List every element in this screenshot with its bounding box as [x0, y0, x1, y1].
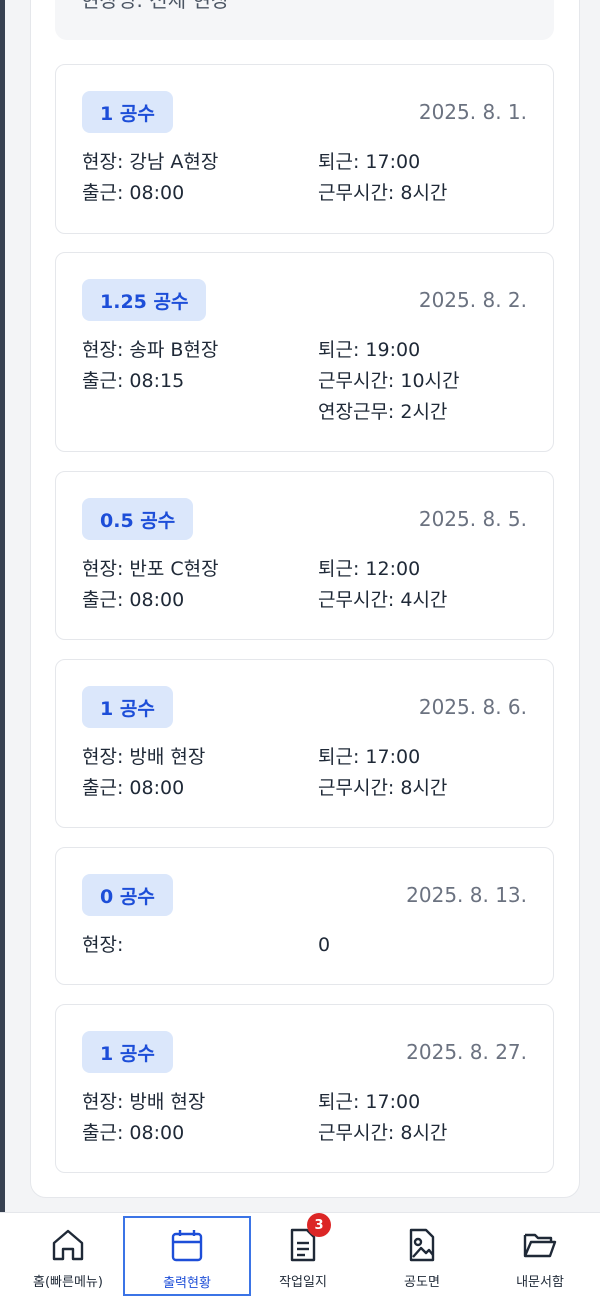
site-name: 현장: 강남 A현장: [82, 151, 219, 173]
work-unit-badge: 0 공수: [82, 874, 173, 916]
clock-in: 출근: 08:00: [82, 182, 185, 204]
nav-attendance[interactable]: 출력현황: [123, 1216, 251, 1296]
work-unit-badge: 1 공수: [82, 1031, 173, 1073]
work-unit-badge: 0.5 공수: [82, 498, 194, 540]
attendance-card[interactable]: 1.25 공수 2025. 8. 2. 현장: 송파 B현장 출근: 08:15…: [55, 252, 554, 452]
drawing-file-icon: [402, 1225, 442, 1265]
nav-drawings[interactable]: 공도면: [362, 1213, 482, 1304]
work-unit-badge: 1.25 공수: [82, 279, 207, 321]
work-date: 2025. 8. 6.: [418, 695, 527, 719]
attendance-card[interactable]: 0 공수 2025. 8. 13. 현장: 0: [55, 847, 554, 985]
nav-drawings-label: 공도면: [404, 1275, 440, 1290]
attendance-card[interactable]: 1 공수 2025. 8. 6. 현장: 방배 현장 출근: 08:00 퇴근:…: [55, 659, 554, 828]
clock-out: 퇴근: 12:00: [318, 558, 421, 580]
attendance-card[interactable]: 1 공수 2025. 8. 27. 현장: 방배 현장 출근: 08:00 퇴근…: [55, 1004, 554, 1173]
clock-in: 출근: 08:00: [82, 589, 185, 611]
work-hours: 근무시간: 8시간: [318, 1122, 448, 1144]
clock-out: 퇴근: 17:00: [318, 151, 421, 173]
attendance-card[interactable]: 0.5 공수 2025. 8. 5. 현장: 반포 C현장 출근: 08:00 …: [55, 471, 554, 640]
site-name: 현장: 방배 현장: [82, 746, 206, 768]
clock-out: 퇴근: 17:00: [318, 746, 421, 768]
folder-icon: [520, 1225, 560, 1265]
site-name: 현장: 송파 B현장: [82, 339, 219, 361]
site-filter[interactable]: 현장명: 전체 현장: [55, 0, 554, 40]
nav-work-log[interactable]: 3 작업일지: [243, 1213, 363, 1304]
work-unit-badge: 1 공수: [82, 91, 173, 133]
work-unit-badge: 1 공수: [82, 686, 173, 728]
site-name: 현장: 반포 C현장: [82, 558, 219, 580]
calendar-icon: [167, 1226, 207, 1266]
overtime-hours: 연장근무: 2시간: [318, 401, 448, 423]
clock-out: 퇴근: 19:00: [318, 339, 421, 361]
clock-out: 퇴근: 17:00: [318, 1091, 421, 1113]
work-date: 2025. 8. 27.: [406, 1040, 527, 1064]
window-edge: [0, 0, 5, 1304]
attendance-card[interactable]: 1 공수 2025. 8. 1. 현장: 강남 A현장 출근: 08:00 퇴근…: [55, 64, 554, 234]
site-name: 현장: 방배 현장: [82, 1091, 206, 1113]
work-hours: 근무시간: 8시간: [318, 777, 448, 799]
work-date: 2025. 8. 1.: [418, 100, 527, 124]
clock-in: 출근: 08:00: [82, 1122, 185, 1144]
work-value: 0: [318, 934, 331, 956]
nav-my-documents-label: 내문서함: [516, 1275, 564, 1290]
nav-work-log-label: 작업일지: [279, 1275, 327, 1290]
work-hours: 근무시간: 10시간: [318, 370, 460, 392]
nav-home[interactable]: 홈(빠른메뉴): [8, 1213, 128, 1304]
bottom-navigation: 홈(빠른메뉴) 출력현황 3 작업일지 공도면 내문서함: [0, 1212, 600, 1304]
home-icon: [48, 1225, 88, 1265]
work-log-count-badge: 3: [307, 1213, 331, 1237]
site-name: 현장:: [82, 934, 124, 956]
clock-in: 출근: 08:00: [82, 777, 185, 799]
work-date: 2025. 8. 13.: [406, 883, 527, 907]
work-hours: 근무시간: 4시간: [318, 589, 448, 611]
site-filter-label: 현장명: 전체 현장: [81, 0, 230, 12]
work-hours: 근무시간: 8시간: [318, 182, 448, 204]
document-icon: 3: [283, 1213, 331, 1265]
nav-home-label: 홈(빠른메뉴): [33, 1275, 103, 1290]
nav-attendance-label: 출력현황: [163, 1276, 211, 1291]
work-date: 2025. 8. 2.: [418, 288, 527, 312]
nav-my-documents[interactable]: 내문서함: [480, 1213, 600, 1304]
clock-in: 출근: 08:15: [82, 370, 185, 392]
work-date: 2025. 8. 5.: [418, 507, 527, 531]
